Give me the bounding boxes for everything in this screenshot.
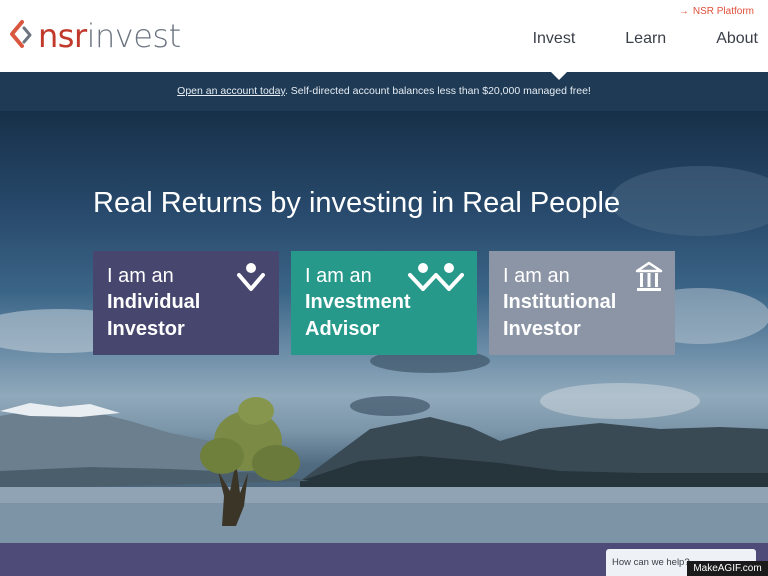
sign-in-icon: → [678, 6, 689, 17]
nsrinvest-logo[interactable]: nsrinvest [8, 16, 181, 56]
open-account-link[interactable]: Open an account today [177, 85, 285, 97]
institution-building-icon [635, 261, 663, 291]
nav-invest[interactable]: Invest [533, 30, 576, 58]
card-title-line: Investment [305, 291, 411, 313]
individual-investor-card[interactable]: I am an Individual Investor [93, 251, 279, 355]
logo-mark-icon [10, 20, 32, 48]
card-title-line: Investor [503, 318, 581, 340]
investment-advisor-card[interactable]: I am an Investment Advisor [291, 251, 477, 355]
card-title-line: Individual [107, 291, 201, 313]
site-header: nsrinvest → NSR Platform Invest Learn Ab… [0, 0, 768, 72]
main-nav: Invest Learn About [483, 30, 768, 58]
two-people-icon [408, 263, 464, 291]
promo-notice-bar: Open an account today. Self-directed acc… [0, 72, 768, 112]
card-title-line: Investor [107, 318, 185, 340]
institutional-investor-card[interactable]: I am an Institutional Investor [489, 251, 675, 355]
nsr-platform-label: NSR Platform [692, 6, 754, 17]
hero-section: Real Returns by investing in Real People… [0, 111, 768, 543]
individual-person-icon [237, 263, 265, 291]
makeagif-watermark: MakeAGIF.com [687, 561, 768, 576]
card-title-line: Advisor [305, 318, 380, 340]
logo-text: nsrinvest [38, 17, 181, 55]
promo-notice-text: . Self-directed account balances less th… [284, 85, 591, 97]
hero-headline: Real Returns by investing in Real People [93, 187, 621, 219]
active-nav-caret [551, 72, 567, 80]
card-title-line: Institutional [503, 291, 617, 313]
nav-about[interactable]: About [716, 30, 758, 58]
help-chat-label: How can we help? [612, 557, 690, 568]
nsr-platform-link[interactable]: → NSR Platform [679, 6, 754, 17]
nav-learn[interactable]: Learn [625, 30, 666, 58]
